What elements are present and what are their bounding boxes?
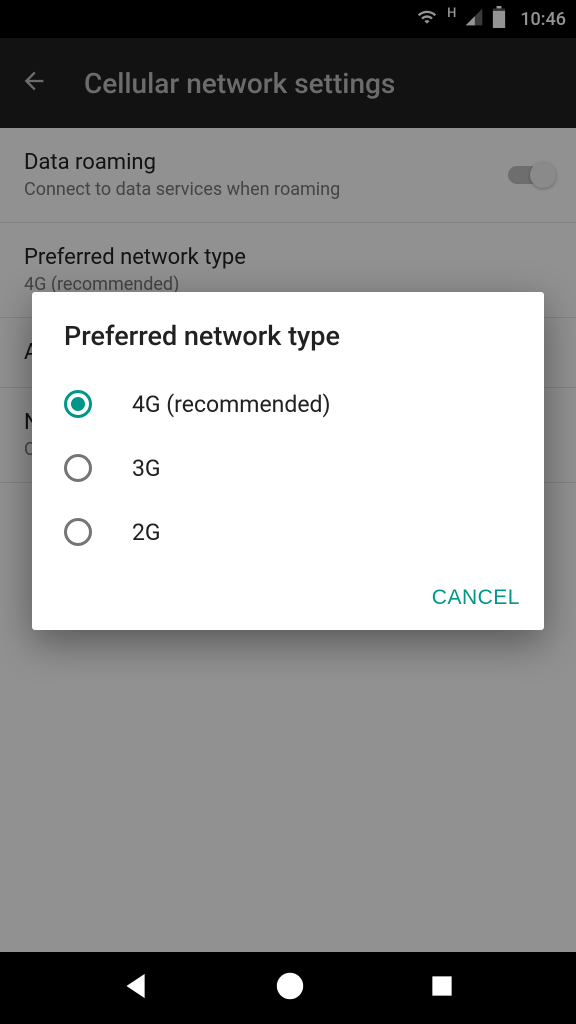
option-2g[interactable]: 2G <box>52 500 524 564</box>
option-label: 2G <box>132 519 161 546</box>
cancel-button[interactable]: CANCEL <box>432 586 520 610</box>
option-label: 4G (recommended) <box>132 391 331 418</box>
option-4g[interactable]: 4G (recommended) <box>52 372 524 436</box>
preferred-network-dialog: Preferred network type 4G (recommended) … <box>32 292 544 630</box>
option-label: 3G <box>132 455 161 482</box>
navigation-bar <box>0 952 576 1024</box>
nav-back-icon[interactable] <box>121 971 151 1005</box>
option-3g[interactable]: 3G <box>52 436 524 500</box>
radio-selected-icon <box>64 390 92 418</box>
nav-home-icon[interactable] <box>274 970 306 1006</box>
radio-unselected-icon <box>64 454 92 482</box>
radio-unselected-icon <box>64 518 92 546</box>
nav-recent-icon[interactable] <box>429 973 455 1003</box>
dialog-title: Preferred network type <box>32 292 544 372</box>
